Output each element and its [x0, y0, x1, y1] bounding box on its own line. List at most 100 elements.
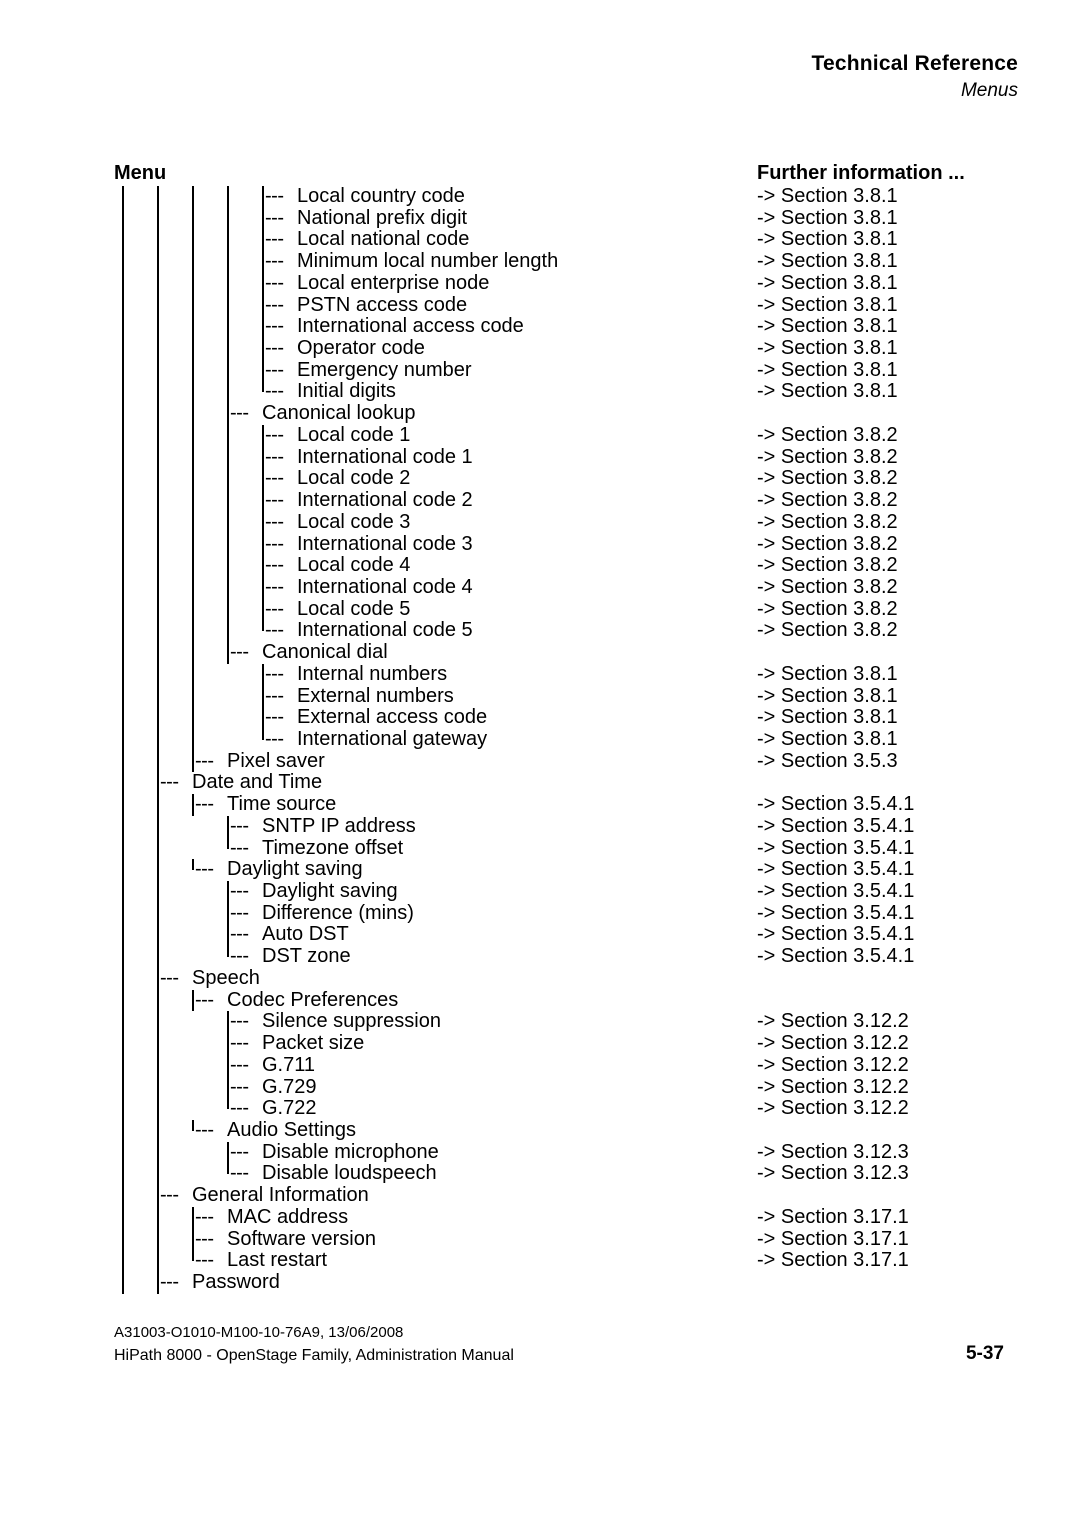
tree-row[interactable]: --- External access code -> Section 3.8.1: [0, 707, 1080, 729]
tree-row[interactable]: --- Software version -> Section 3.17.1: [0, 1228, 1080, 1251]
section-reference[interactable]: -> Section 3.8.1: [757, 272, 898, 295]
tree-row[interactable]: --- DST zone -> Section 3.5.4.1: [0, 945, 1080, 968]
section-reference[interactable]: -> Section 3.12.2: [757, 1054, 909, 1077]
tree-row[interactable]: --- Local national code -> Section 3.8.1: [0, 229, 1080, 252]
section-reference[interactable]: -> Section 3.8.1: [757, 337, 898, 360]
tree-row[interactable]: --- Local code 5 -> Section 3.8.2: [0, 598, 1080, 621]
tree-row[interactable]: --- MAC address -> Section 3.17.1: [0, 1206, 1080, 1229]
section-reference[interactable]: -> Section 3.8.2: [757, 533, 898, 556]
section-reference[interactable]: -> Section 3.8.2: [757, 511, 898, 534]
section-reference[interactable]: -> Section 3.5.4.1: [757, 793, 914, 816]
tree-row[interactable]: --- SNTP IP address -> Section 3.5.4.1: [0, 815, 1080, 838]
section-reference[interactable]: -> Section 3.8.1: [757, 381, 898, 403]
section-reference[interactable]: -> Section 3.17.1: [757, 1206, 909, 1229]
section-reference[interactable]: -> Section 3.8.2: [757, 555, 898, 577]
tree-row[interactable]: --- Date and Time: [0, 772, 1080, 795]
tree-row[interactable]: --- Silence suppression -> Section 3.12.2: [0, 1011, 1080, 1034]
section-reference[interactable]: -> Section 3.8.2: [757, 576, 898, 599]
tree-branch-connector: [262, 555, 264, 577]
tree-row[interactable]: --- Daylight saving -> Section 3.5.4.1: [0, 859, 1080, 881]
section-reference[interactable]: -> Section 3.17.1: [757, 1228, 909, 1251]
section-reference[interactable]: -> Section 3.5.4.1: [757, 902, 914, 925]
section-reference[interactable]: -> Section 3.5.4.1: [757, 880, 914, 903]
tree-row[interactable]: --- External numbers -> Section 3.8.1: [0, 685, 1080, 708]
section-reference[interactable]: -> Section 3.5.4.1: [757, 837, 914, 860]
tree-row[interactable]: --- Canonical dial: [0, 641, 1080, 664]
tree-row[interactable]: --- International code 4 -> Section 3.8.2: [0, 576, 1080, 599]
tree-row[interactable]: --- Packet size -> Section 3.12.2: [0, 1032, 1080, 1055]
section-reference[interactable]: -> Section 3.17.1: [757, 1250, 909, 1272]
section-reference[interactable]: -> Section 3.5.4.1: [757, 859, 914, 881]
section-reference[interactable]: -> Section 3.8.2: [757, 446, 898, 469]
section-reference[interactable]: -> Section 3.8.1: [757, 728, 898, 751]
section-reference[interactable]: -> Section 3.8.2: [757, 620, 898, 642]
tree-row[interactable]: --- Pixel saver -> Section 3.5.3: [0, 750, 1080, 773]
tree-row[interactable]: --- Daylight saving -> Section 3.5.4.1: [0, 880, 1080, 903]
section-reference[interactable]: -> Section 3.12.3: [757, 1163, 909, 1185]
tree-row[interactable]: --- Speech: [0, 967, 1080, 990]
section-reference[interactable]: -> Section 3.8.1: [757, 316, 898, 338]
section-reference[interactable]: -> Section 3.8.2: [757, 468, 898, 490]
tree-item-label: Codec Preferences: [227, 988, 399, 1011]
tree-row[interactable]: --- Disable microphone -> Section 3.12.3: [0, 1141, 1080, 1164]
section-reference[interactable]: -> Section 3.5.4.1: [757, 945, 914, 968]
tree-row[interactable]: --- Internal numbers -> Section 3.8.1: [0, 663, 1080, 686]
tree-row[interactable]: --- Local code 3 -> Section 3.8.2: [0, 511, 1080, 534]
tree-row[interactable]: --- International gateway -> Section 3.8.1: [0, 728, 1080, 751]
tree-row[interactable]: --- International access code -> Section 3…: [0, 316, 1080, 339]
section-reference[interactable]: -> Section 3.12.2: [757, 1098, 909, 1120]
tree-row[interactable]: --- Audio Settings: [0, 1119, 1080, 1142]
tree-row[interactable]: --- Difference (mins) -> Section 3.5.4.1: [0, 902, 1080, 925]
tree-row[interactable]: --- Auto DST -> Section 3.5.4.1: [0, 924, 1080, 947]
tree-row[interactable]: --- G.729 -> Section 3.12.2: [0, 1076, 1080, 1099]
section-reference[interactable]: -> Section 3.8.1: [757, 207, 898, 230]
tree-row[interactable]: --- International code 1 -> Section 3.8.2: [0, 446, 1080, 469]
tree-row[interactable]: --- National prefix digit -> Section 3.8.1: [0, 207, 1080, 230]
tree-row[interactable]: --- Emergency number -> Section 3.8.1: [0, 359, 1080, 382]
section-reference[interactable]: -> Section 3.8.2: [757, 489, 898, 512]
tree-row[interactable]: --- Local country code -> Section 3.8.1: [0, 185, 1080, 208]
tree-row[interactable]: --- Last restart -> Section 3.17.1: [0, 1250, 1080, 1272]
section-reference[interactable]: -> Section 3.8.1: [757, 250, 898, 273]
tree-row[interactable]: --- Timezone offset -> Section 3.5.4.1: [0, 837, 1080, 860]
section-reference[interactable]: -> Section 3.12.2: [757, 1032, 909, 1055]
section-reference[interactable]: -> Section 3.8.1: [757, 663, 898, 686]
tree-row[interactable]: --- Disable loudspeech -> Section 3.12.3: [0, 1163, 1080, 1185]
section-reference[interactable]: -> Section 3.12.2: [757, 1011, 909, 1033]
section-reference[interactable]: -> Section 3.8.1: [757, 229, 898, 251]
section-reference[interactable]: -> Section 3.5.3: [757, 750, 898, 773]
tree-row[interactable]: --- Local enterprise node -> Section 3.8.1: [0, 272, 1080, 295]
tree-item-label: G.711: [262, 1053, 315, 1076]
tree-row[interactable]: --- Codec Preferences: [0, 988, 1080, 1012]
tree-row[interactable]: --- General Information: [0, 1184, 1080, 1207]
tree-row[interactable]: --- Minimum local number length -> Section…: [0, 250, 1080, 273]
tree-row[interactable]: --- Operator code -> Section 3.8.1: [0, 337, 1080, 360]
tree-row[interactable]: --- G.722 -> Section 3.12.2: [0, 1098, 1080, 1120]
tree-row[interactable]: --- G.711 -> Section 3.12.2: [0, 1053, 1080, 1077]
tree-row[interactable]: --- Local code 4 -> Section 3.8.2: [0, 555, 1080, 577]
tree-branch-connector: [262, 685, 264, 708]
tree-row[interactable]: --- International code 2 -> Section 3.8.2: [0, 489, 1080, 512]
tree-row[interactable]: --- International code 3 -> Section 3.8.2: [0, 533, 1080, 556]
section-reference[interactable]: -> Section 3.8.1: [757, 359, 898, 382]
section-reference[interactable]: -> Section 3.8.1: [757, 294, 898, 317]
section-reference[interactable]: -> Section 3.12.2: [757, 1076, 909, 1099]
tree-branch-connector: [157, 1185, 159, 1207]
section-reference[interactable]: -> Section 3.5.4.1: [757, 924, 914, 946]
tree-row[interactable]: --- Time source -> Section 3.5.4.1: [0, 793, 1080, 816]
section-reference[interactable]: -> Section 3.5.4.1: [757, 815, 914, 838]
section-reference[interactable]: -> Section 3.12.3: [757, 1141, 909, 1164]
section-reference[interactable]: -> Section 3.8.2: [757, 424, 898, 447]
section-reference[interactable]: -> Section 3.8.1: [757, 685, 898, 708]
section-reference[interactable]: -> Section 3.8.1: [757, 185, 898, 208]
tree-branch-connector: [227, 1011, 229, 1034]
tree-row[interactable]: --- Local code 1 -> Section 3.8.2: [0, 424, 1080, 447]
tree-row[interactable]: --- PSTN access code -> Section 3.8.1: [0, 294, 1080, 317]
tree-row[interactable]: --- Local code 2 -> Section 3.8.2: [0, 468, 1080, 491]
tree-row[interactable]: --- Initial digits -> Section 3.8.1: [0, 381, 1080, 403]
section-reference[interactable]: -> Section 3.8.2: [757, 598, 898, 621]
tree-row[interactable]: --- Canonical lookup: [0, 402, 1080, 425]
section-reference[interactable]: -> Section 3.8.1: [757, 707, 898, 729]
tree-row[interactable]: --- International code 5 -> Section 3.8.2: [0, 620, 1080, 642]
tree-row[interactable]: --- Password: [0, 1271, 1080, 1294]
